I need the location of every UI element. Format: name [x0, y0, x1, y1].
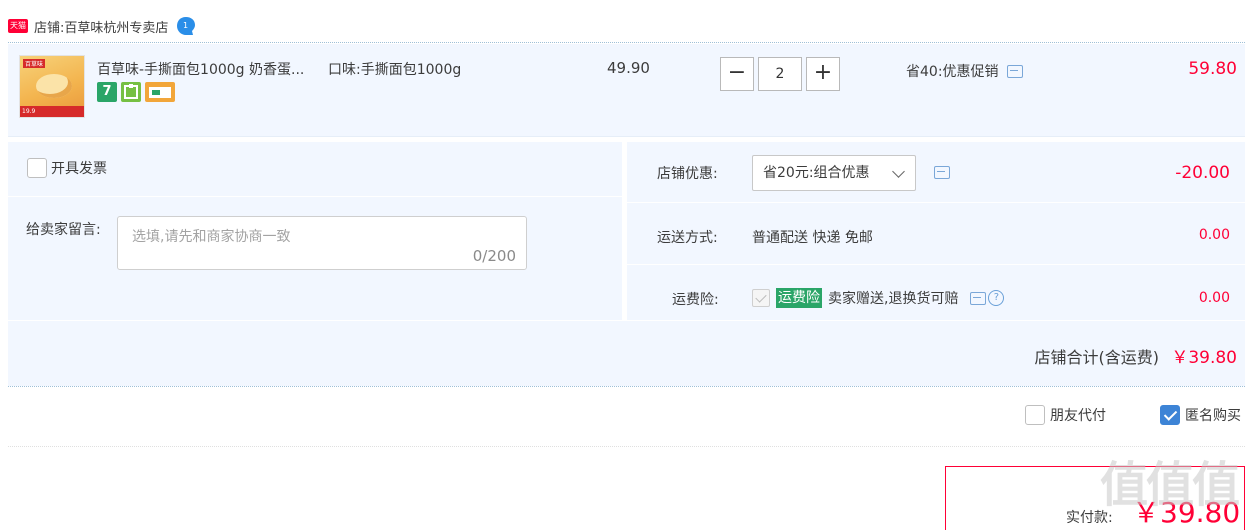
seller-message-input[interactable]: 选填,请先和商家协商一致 0/200: [117, 216, 527, 270]
order-options-panel: 开具发票 给卖家留言: 选填,请先和商家协商一致 0/200 店铺优惠: 省20…: [8, 142, 1245, 386]
shop-total-row: 店铺合计(含运费) ￥39.80: [8, 322, 1245, 386]
shipping-amount: 0.00: [1198, 227, 1230, 243]
anonymous-checkbox[interactable]: [1160, 405, 1180, 425]
service-icons: 7: [97, 82, 175, 102]
increase-quantity-button[interactable]: +: [806, 57, 840, 91]
friend-pay-checkbox[interactable]: [1025, 405, 1045, 425]
insurance-amount: 0.00: [1198, 290, 1230, 306]
item-total-price: 59.80: [1188, 59, 1237, 79]
svg-text:1: 1: [183, 21, 188, 30]
shop-name-link[interactable]: 百草味杭州专卖店: [64, 17, 168, 36]
product-thumbnail[interactable]: 百草味 19.9: [19, 55, 85, 118]
shop-total-value: ￥39.80: [1171, 348, 1237, 368]
product-sku: 口味:手撕面包1000g: [328, 62, 462, 78]
divider: [627, 264, 1245, 265]
invoice-label: 开具发票: [51, 161, 107, 177]
shipping-label: 运送方式:: [657, 230, 718, 246]
seven-day-return-icon[interactable]: 7: [97, 82, 117, 102]
message-placeholder: 选填,请先和商家协商一致: [132, 229, 291, 245]
coupon-label: 店铺优惠:: [657, 166, 718, 182]
coupon-selected-value: 省20元:组合优惠: [763, 165, 870, 181]
invoice-checkbox[interactable]: [27, 158, 47, 178]
chevron-down-icon: [892, 165, 905, 178]
insurance-badge: 运费险: [776, 288, 822, 308]
divider: [8, 446, 1245, 447]
shop-total-label: 店铺合计(含运费): [1034, 348, 1160, 367]
right-options: 店铺优惠: 省20元:组合优惠 -20.00 运送方式: 普通配送 快递 免邮 …: [627, 142, 1245, 320]
insurance-text: 卖家赠送,退换货可赔: [828, 291, 959, 307]
promotion-text: 省40:优惠促销: [906, 64, 999, 80]
insurance-label: 运费险:: [672, 292, 719, 308]
comment-icon[interactable]: [970, 291, 987, 305]
thumb-brand-tag: 百草味: [23, 59, 46, 68]
shop-header: 天猫 店铺: 百草味杭州专卖店 1: [8, 12, 196, 40]
anonymous-label: 匿名购买: [1185, 408, 1241, 424]
unit-price: 49.90: [607, 59, 650, 77]
cart-item-row: 百草味 19.9 百草味-手撕面包1000g 奶香蛋... 口味:手撕面包100…: [8, 44, 1245, 137]
product-title-link[interactable]: 百草味-手撕面包1000g 奶香蛋...: [97, 59, 304, 79]
shop-label: 店铺:: [34, 20, 65, 36]
divider: [8, 196, 622, 197]
tmall-icon: 天猫: [8, 19, 28, 33]
watermark: 值值值: [1100, 457, 1240, 513]
invoice-option[interactable]: 开具发票: [27, 158, 107, 178]
coupon-select[interactable]: 省20元:组合优惠: [752, 155, 916, 191]
help-icon[interactable]: ?: [988, 290, 1005, 306]
decrease-quantity-button[interactable]: −: [720, 57, 754, 91]
coupon-amount: -20.00: [1175, 163, 1230, 183]
quantity-input[interactable]: 2: [758, 57, 802, 91]
divider: [627, 202, 1245, 203]
message-label: 给卖家留言:: [26, 222, 101, 238]
anonymous-option[interactable]: 匿名购买: [1160, 405, 1241, 425]
friend-pay-option[interactable]: 朋友代付: [1025, 405, 1106, 425]
friend-pay-label: 朋友代付: [1050, 408, 1106, 424]
bread-image: [36, 74, 72, 98]
wangwang-chat-icon[interactable]: 1: [176, 16, 196, 36]
promotion: 省40:优惠促销: [906, 61, 1023, 81]
comment-icon[interactable]: [934, 166, 950, 179]
divider: [8, 386, 1245, 387]
left-options: 开具发票 给卖家留言: 选填,请先和商家协商一致 0/200: [8, 142, 622, 320]
divider: [8, 320, 1245, 321]
thumb-price-tag: 19.9: [20, 106, 84, 117]
insurance-checkbox: [752, 289, 770, 307]
credit-card-icon[interactable]: [145, 82, 175, 102]
guarantee-icon[interactable]: [121, 82, 141, 102]
shipping-method: 普通配送 快递 免邮: [752, 230, 873, 246]
insurance-row: 运费险 卖家赠送,退换货可赔 ?: [752, 288, 1005, 308]
quantity-stepper: − 2 +: [720, 57, 840, 91]
divider: [8, 42, 1245, 43]
message-char-count: 0/200: [472, 247, 516, 265]
comment-icon[interactable]: [1006, 64, 1023, 78]
